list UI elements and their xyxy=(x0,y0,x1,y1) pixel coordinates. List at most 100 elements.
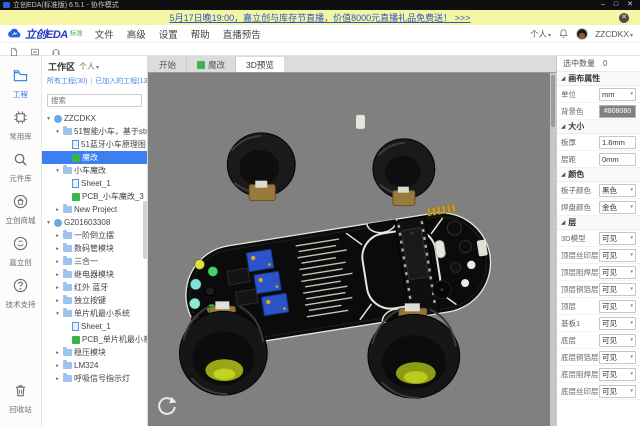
tree-expand-icon[interactable]: ▸ xyxy=(54,363,61,369)
底层-select[interactable]: 可见▾ xyxy=(599,334,636,347)
tree-item[interactable]: ▸三合一 xyxy=(42,255,147,268)
sidebar-item-技术支持[interactable]: 技术支持 xyxy=(0,273,41,315)
tree-item[interactable]: ▾ZZCDKX xyxy=(42,112,147,125)
pcb-icon xyxy=(72,336,80,344)
close-button[interactable]: ✕ xyxy=(627,0,633,10)
顶层丝印层-select[interactable]: 可见▾ xyxy=(599,249,636,262)
notification-bell-icon[interactable] xyxy=(558,28,569,39)
section-header-画布属性[interactable]: ◢画布属性 xyxy=(557,72,640,86)
背景色-swatch[interactable]: #808080 xyxy=(599,105,636,118)
tree-expand-icon[interactable]: ▸ xyxy=(54,259,61,265)
tree-expand-icon[interactable]: ▸ xyxy=(54,233,61,239)
tab-魔改[interactable]: 魔改 xyxy=(187,57,236,72)
tree-item[interactable]: 51蓝牙小车原理图 xyxy=(42,138,147,151)
tree-item[interactable]: ▸呼吸信号指示灯 xyxy=(42,372,147,385)
单位-select[interactable]: mm▾ xyxy=(599,88,636,101)
tree-expand-icon[interactable]: ▸ xyxy=(54,376,61,382)
tree-expand-icon[interactable]: ▾ xyxy=(45,220,52,226)
divider: | xyxy=(90,78,92,85)
顶层铜箔层-select[interactable]: 可见▾ xyxy=(599,283,636,296)
sidebar-item-嘉立创[interactable]: 嘉立创 xyxy=(0,231,41,273)
cloud-icon xyxy=(7,28,23,39)
tree-expand-icon[interactable]: ▾ xyxy=(54,129,61,135)
tree-expand-icon[interactable]: ▾ xyxy=(54,168,61,174)
menu-item-直播预告[interactable]: 直播预告 xyxy=(223,27,261,41)
底层铜箔层-select[interactable]: 可见▾ xyxy=(599,351,636,364)
tree-item[interactable]: ▸LM324 xyxy=(42,359,147,372)
tree-item[interactable]: ▸继电器模块 xyxy=(42,268,147,281)
menu-item-设置[interactable]: 设置 xyxy=(159,27,178,41)
section-header-大小[interactable]: ◢大小 xyxy=(557,120,640,134)
tree-item[interactable]: ▸红外 蓝牙 xyxy=(42,281,147,294)
workspace-scope-select[interactable]: 个人▾ xyxy=(79,61,99,72)
file-icon[interactable] xyxy=(9,44,19,54)
search-input[interactable] xyxy=(47,94,142,107)
tree-item[interactable]: ▸数码管模块 xyxy=(42,242,147,255)
workspace-switcher[interactable]: 个人▾ xyxy=(530,28,551,40)
tree-item[interactable]: ▸一阶倒立摆 xyxy=(42,229,147,242)
banner-close-icon[interactable]: ✕ xyxy=(619,13,629,23)
tree-expand-icon[interactable]: ▸ xyxy=(54,298,61,304)
tab-开始[interactable]: 开始 xyxy=(149,57,187,72)
frame-icon[interactable] xyxy=(30,44,40,54)
tree-item[interactable]: ▾单片机最小系统 xyxy=(42,307,147,320)
3d-preview-canvas[interactable] xyxy=(148,72,556,426)
menu-item-文件[interactable]: 文件 xyxy=(95,27,114,41)
基板1-select[interactable]: 可见▾ xyxy=(599,317,636,330)
promo-banner-link[interactable]: 5月17日晚19:00，嘉立创与库存节直播，价值8000元直播礼品免费送！ >>… xyxy=(170,11,471,24)
lceda-logo[interactable]: 立创EDA 标准 xyxy=(7,26,83,42)
tree-item[interactable]: ▾G201603308 xyxy=(42,216,147,229)
minimize-button[interactable]: – xyxy=(601,0,605,10)
chevron-down-icon: ▾ xyxy=(630,286,633,292)
sidebar-item-常用库[interactable]: 常用库 xyxy=(0,105,41,147)
tab-all-projects[interactable]: 所有工程(30) xyxy=(47,76,87,86)
menu-item-高级[interactable]: 高级 xyxy=(127,27,146,41)
顶层阻焊层-select[interactable]: 可见▾ xyxy=(599,266,636,279)
tree-expand-icon[interactable]: ▸ xyxy=(54,246,61,252)
tree-scrollbar[interactable] xyxy=(143,201,147,259)
tree-item-label: 小车魔改 xyxy=(74,165,106,176)
sidebar-item-工程[interactable]: 工程 xyxy=(0,63,41,105)
tab-3D预览[interactable]: 3D预览 xyxy=(236,57,284,72)
tab-joined-projects[interactable]: 已加入的工程(13) xyxy=(95,76,147,86)
canvas-scrollbar-thumb[interactable] xyxy=(551,75,555,127)
tree-expand-icon[interactable]: ▾ xyxy=(54,311,61,317)
层距-input[interactable] xyxy=(599,153,636,166)
tree-item[interactable]: ▸稳压模块 xyxy=(42,346,147,359)
document-tab-bar: 开始魔改3D预览 xyxy=(148,56,556,72)
tree-item[interactable]: ▾ 小车魔改 xyxy=(42,164,147,177)
project-tree: ▾ZZCDKX▾51智能小车，基于stm3251蓝牙小车原理图魔改▾小车魔改Sh… xyxy=(42,110,147,426)
顶层-select[interactable]: 可见▾ xyxy=(599,300,636,313)
tree-expand-icon[interactable]: ▾ xyxy=(45,116,52,122)
tree-expand-icon[interactable]: ▸ xyxy=(54,207,61,213)
tree-item[interactable]: Sheet_1 xyxy=(42,177,147,190)
rotate-view-icon[interactable] xyxy=(154,395,178,419)
menu-item-帮助[interactable]: 帮助 xyxy=(191,27,210,41)
tree-item[interactable]: PCB_小车魔改_3 xyxy=(42,190,147,203)
sidebar-item-立创商城[interactable]: 立创商城 xyxy=(0,189,41,231)
tree-item[interactable]: 魔改 xyxy=(42,151,147,164)
3D模型-select[interactable]: 可见▾ xyxy=(599,232,636,245)
板厚-input[interactable] xyxy=(599,136,636,149)
avatar[interactable] xyxy=(576,28,588,40)
板子颜色-select[interactable]: 黑色▾ xyxy=(599,184,636,197)
tree-expand-icon[interactable]: ▸ xyxy=(54,350,61,356)
section-header-颜色[interactable]: ◢颜色 xyxy=(557,168,640,182)
tree-item[interactable]: Sheet_1 xyxy=(42,320,147,333)
tree-item[interactable]: ▸独立按键 xyxy=(42,294,147,307)
section-header-层[interactable]: ◢层 xyxy=(557,216,640,230)
section-collapse-icon: ◢ xyxy=(561,76,565,82)
sidebar-item-元件库[interactable]: 元件库 xyxy=(0,147,41,189)
tree-item[interactable]: PCB_单片机最小系统 xyxy=(42,333,147,346)
tree-item[interactable]: ▾51智能小车，基于stm32 xyxy=(42,125,147,138)
tree-expand-icon[interactable]: ▸ xyxy=(54,285,61,291)
tree-expand-icon[interactable]: ▸ xyxy=(54,272,61,278)
sidebar-item-回收站[interactable]: 回收站 xyxy=(0,378,41,420)
headset-icon[interactable] xyxy=(51,44,61,54)
焊盘颜色-select[interactable]: 金色▾ xyxy=(599,201,636,214)
底层丝印层-select[interactable]: 可见▾ xyxy=(599,385,636,398)
maximize-button[interactable]: □ xyxy=(614,0,618,10)
底层阻焊层-select[interactable]: 可见▾ xyxy=(599,368,636,381)
tree-item[interactable]: ▸New Project xyxy=(42,203,147,216)
user-menu[interactable]: ZZCDKX▾ xyxy=(595,29,633,39)
